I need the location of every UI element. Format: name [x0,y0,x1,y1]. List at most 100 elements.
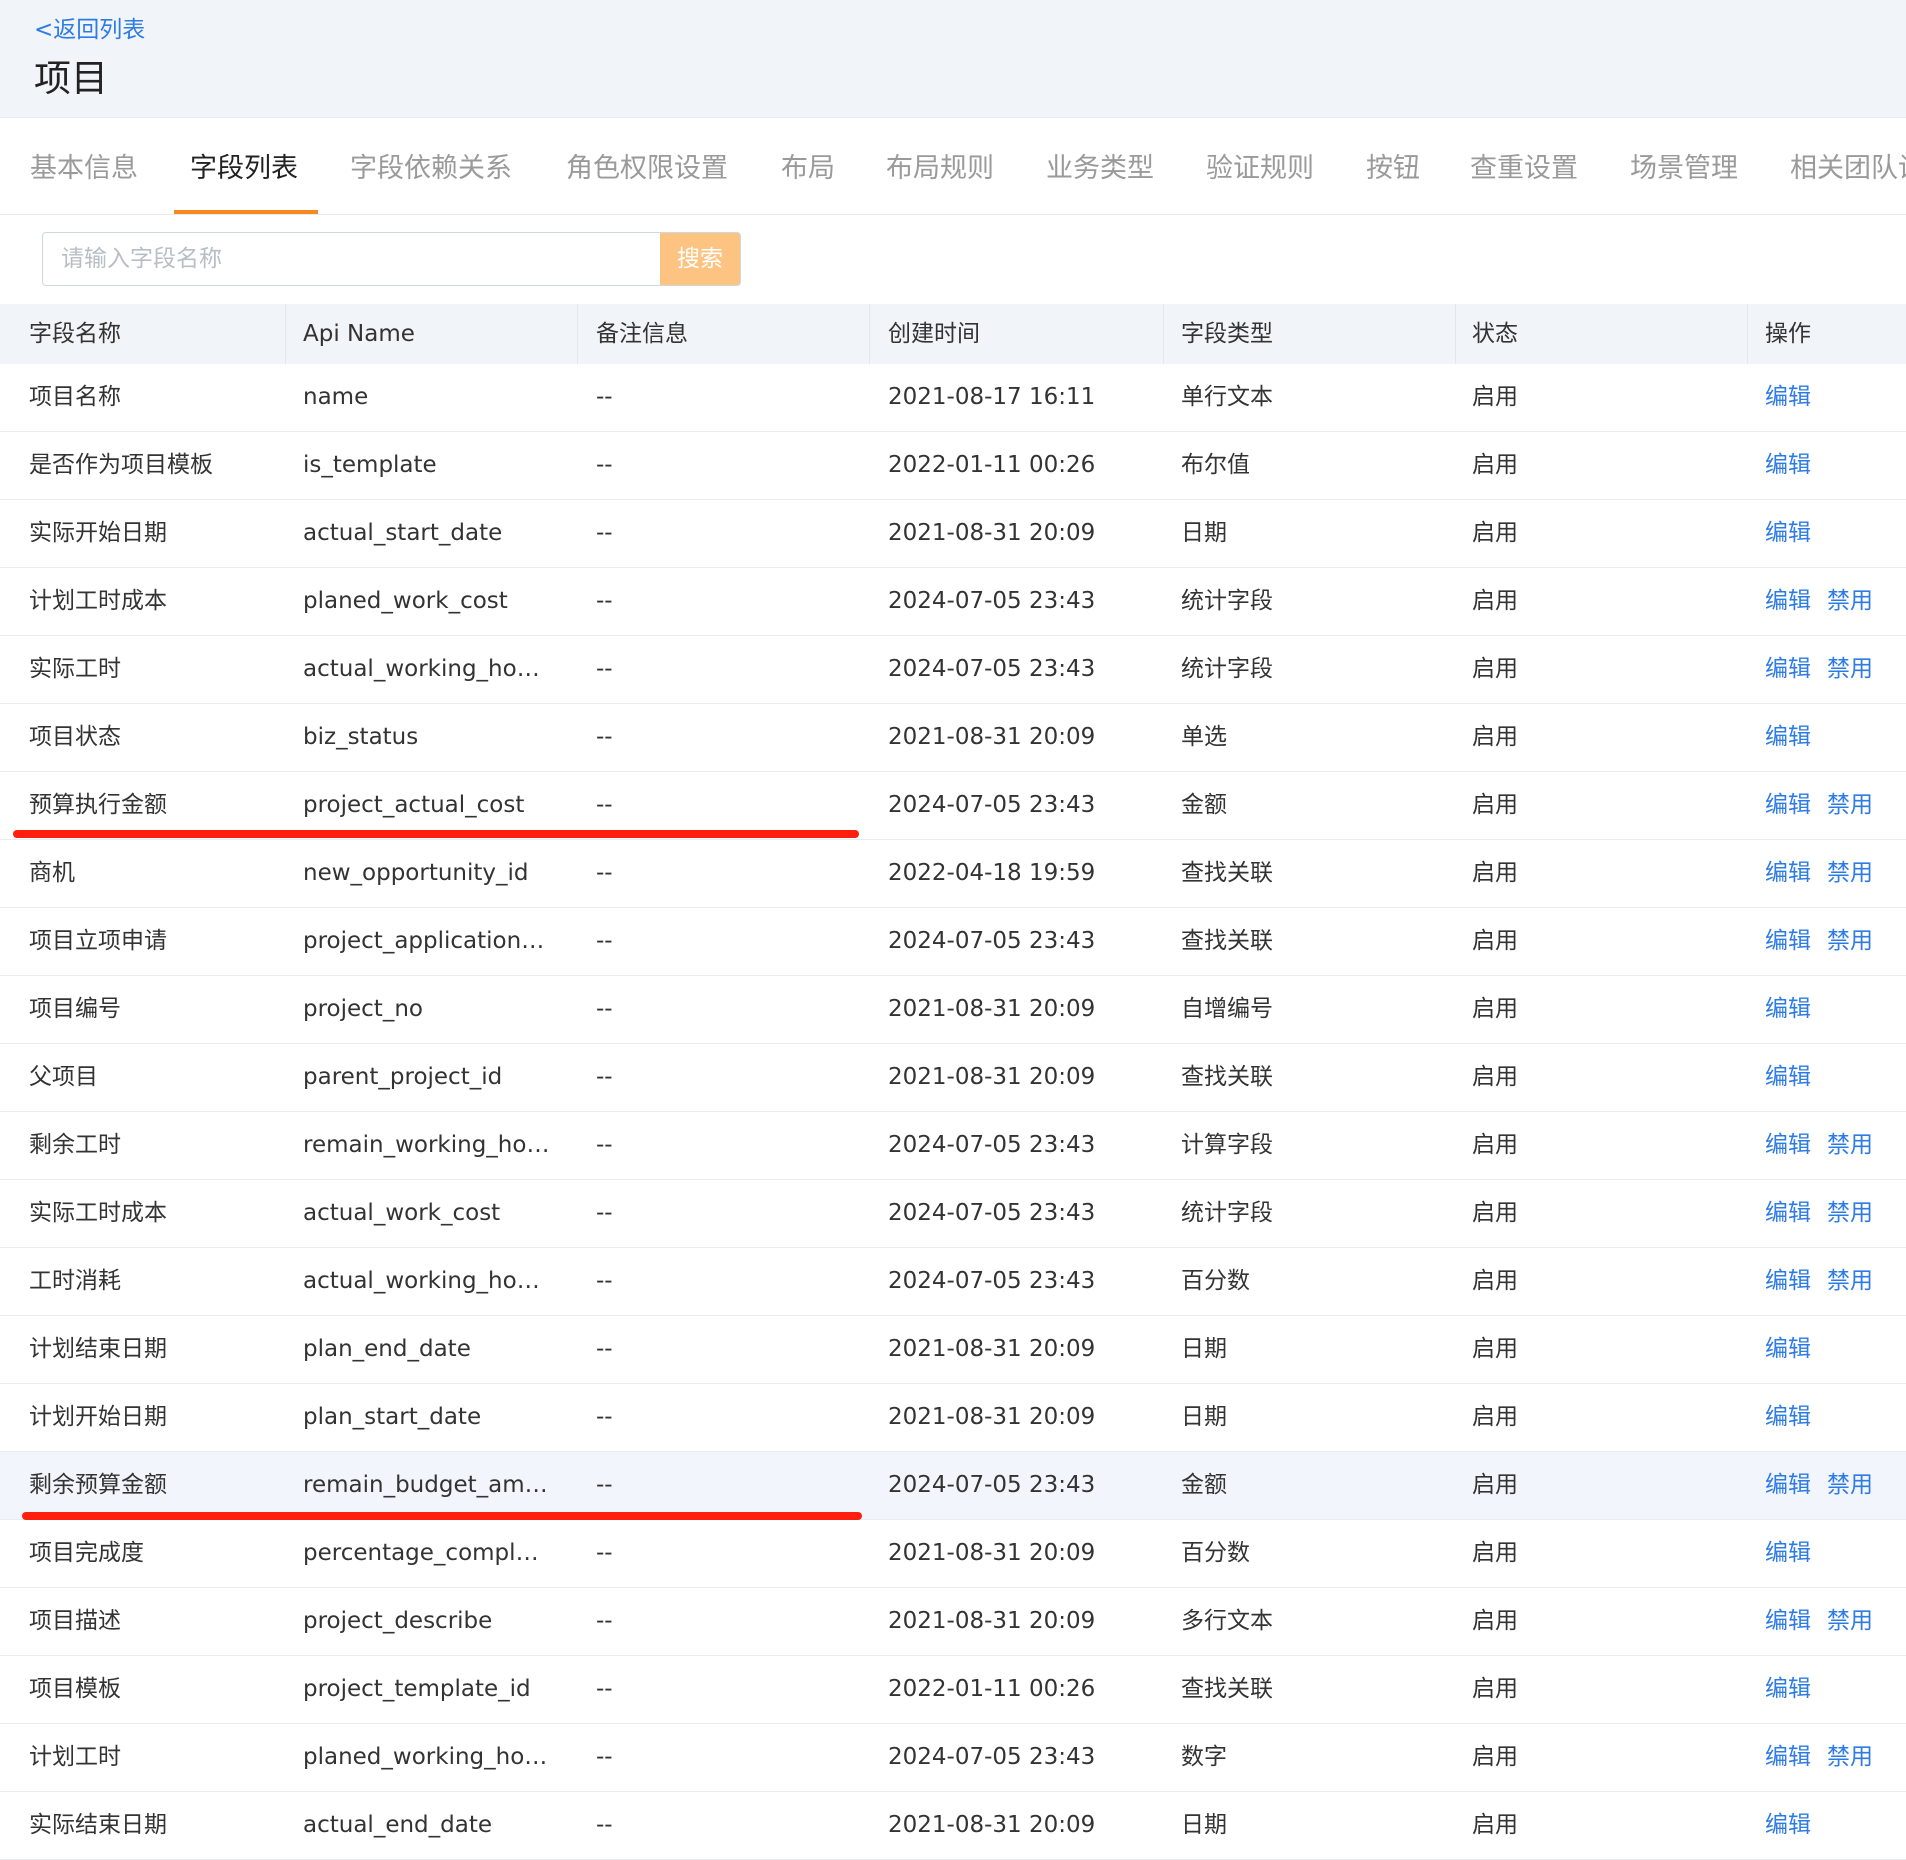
actions-cell: 编辑 禁用 [1765,1112,1906,1179]
field-type-cell: 数字 [1181,1744,1227,1770]
table-row[interactable]: 项目状态 biz_status -- 2021-08-31 20:09 单选 启用 编辑 [0,704,1906,772]
field-search-input[interactable] [42,232,660,286]
edit-link[interactable]: 编辑 [1765,1472,1811,1498]
edit-link[interactable]: 编辑 [1765,1676,1811,1702]
table-row[interactable]: 项目立项申请 project_application_id -- 2024-07-05… [0,908,1906,976]
edit-link[interactable]: 编辑 [1765,656,1811,682]
table-row[interactable]: 父项目 parent_project_id -- 2021-08-31 20:09 查找… [0,1044,1906,1112]
disable-link[interactable]: 禁用 [1827,860,1873,886]
table-row[interactable]: 计划工时 planed_working_hours -- 2024-07-05 23:… [0,1724,1906,1792]
edit-link[interactable]: 编辑 [1765,1540,1811,1566]
edit-link[interactable]: 编辑 [1765,1812,1811,1838]
tab-scene-management[interactable]: 场景管理 [1630,146,1738,185]
status-cell: 启用 [1472,928,1518,954]
created-time-cell: 2024-07-05 23:43 [888,656,1096,682]
table-row[interactable]: 实际结束日期 actual_end_date -- 2021-08-31 20:09 日… [0,1792,1906,1860]
edit-link[interactable]: 编辑 [1765,452,1811,478]
note-cell: -- [596,724,613,750]
edit-link[interactable]: 编辑 [1765,1744,1811,1770]
disable-link[interactable]: 禁用 [1827,1132,1873,1158]
status-cell: 启用 [1472,656,1518,682]
table-row[interactable]: 实际开始日期 actual_start_date -- 2021-08-31 20:0… [0,500,1906,568]
search-button[interactable]: 搜索 [660,232,741,286]
table-row[interactable]: 预算执行金额 project_actual_cost -- 2024-07-05 23… [0,772,1906,840]
actions-cell: 编辑 禁用 [1765,568,1906,635]
api-name-cell: name [303,384,369,410]
disable-link[interactable]: 禁用 [1827,928,1873,954]
table-row[interactable]: 剩余预算金额 remain_budget_amount -- 2024-07-05 2… [0,1452,1906,1520]
table-row[interactable]: 项目名称 name -- 2021-08-17 16:11 单行文本 启用 编辑 [0,364,1906,432]
table-row[interactable]: 项目编号 project_no -- 2021-08-31 20:09 自增编号 启用 编辑 [0,976,1906,1044]
actions-cell: 编辑 禁用 [1765,840,1906,907]
table-row[interactable]: 计划结束日期 plan_end_date -- 2021-08-31 20:09 日期 启… [0,1316,1906,1384]
note-cell: -- [596,1200,613,1226]
edit-link[interactable]: 编辑 [1765,860,1811,886]
back-to-list-link[interactable]: <返回列表 [34,10,145,44]
edit-link[interactable]: 编辑 [1765,1200,1811,1226]
disable-link[interactable]: 禁用 [1827,1200,1873,1226]
table-row[interactable]: 实际工时成本 actual_work_cost -- 2024-07-05 23:43… [0,1180,1906,1248]
disable-link[interactable]: 禁用 [1827,1744,1873,1770]
actions-cell: 编辑 [1765,976,1906,1043]
table-row[interactable]: 项目模板 project_template_id -- 2022-01-11 00:2… [0,1656,1906,1724]
table-row[interactable]: 剩余工时 remain_working_hours -- 2024-07-05 23:… [0,1112,1906,1180]
created-time-cell: 2021-08-31 20:09 [888,520,1096,546]
edit-link[interactable]: 编辑 [1765,724,1811,750]
actions-cell: 编辑 [1765,1520,1906,1587]
tab-role-permissions[interactable]: 角色权限设置 [566,146,728,185]
field-name-cell: 项目模板 [29,1676,121,1702]
edit-link[interactable]: 编辑 [1765,1132,1811,1158]
api-name-cell: actual_start_date [303,520,503,546]
table-row[interactable]: 计划开始日期 plan_start_date -- 2021-08-31 20:09 日… [0,1384,1906,1452]
field-name-cell: 计划结束日期 [29,1336,167,1362]
edit-link[interactable]: 编辑 [1765,520,1811,546]
tab-layout-rules[interactable]: 布局规则 [886,146,994,185]
table-row[interactable]: 计划工时成本 planed_work_cost -- 2024-07-05 23:43… [0,568,1906,636]
created-time-cell: 2021-08-31 20:09 [888,1064,1096,1090]
tab-business-types[interactable]: 业务类型 [1046,146,1154,185]
tab-basic-info[interactable]: 基本信息 [30,146,138,185]
tab-field-dependencies[interactable]: 字段依赖关系 [350,146,512,185]
table-row[interactable]: 是否作为项目模板 is_template -- 2022-01-11 00:26 布尔值… [0,432,1906,500]
edit-link[interactable]: 编辑 [1765,996,1811,1022]
table-row[interactable]: 项目描述 project_describe -- 2021-08-31 20:09 多行… [0,1588,1906,1656]
edit-link[interactable]: 编辑 [1765,1268,1811,1294]
note-cell: -- [596,1268,613,1294]
column-header-field-name: 字段名称 [29,321,121,347]
tab-duplicate-check[interactable]: 查重设置 [1470,146,1578,185]
disable-link[interactable]: 禁用 [1827,656,1873,682]
edit-link[interactable]: 编辑 [1765,792,1811,818]
edit-link[interactable]: 编辑 [1765,1336,1811,1362]
api-name-cell: remain_budget_amount [303,1472,551,1498]
disable-link[interactable]: 禁用 [1827,792,1873,818]
api-name-cell: plan_end_date [303,1336,471,1362]
disable-link[interactable]: 禁用 [1827,1472,1873,1498]
disable-link[interactable]: 禁用 [1827,588,1873,614]
table-row[interactable]: 实际工时 actual_working_hours -- 2024-07-05 23:… [0,636,1906,704]
table-row[interactable]: 商机 new_opportunity_id -- 2022-04-18 19:59 查找… [0,840,1906,908]
edit-link[interactable]: 编辑 [1765,1608,1811,1634]
table-row[interactable]: 项目完成度 percentage_complete -- 2021-08-31 20:… [0,1520,1906,1588]
edit-link[interactable]: 编辑 [1765,1404,1811,1430]
actions-cell: 编辑 禁用 [1765,908,1906,975]
status-cell: 启用 [1472,996,1518,1022]
tab-buttons[interactable]: 按钮 [1366,146,1420,185]
tab-layout[interactable]: 布局 [781,146,835,185]
disable-link[interactable]: 禁用 [1827,1608,1873,1634]
actions-cell: 编辑 禁用 [1765,1588,1906,1655]
edit-link[interactable]: 编辑 [1765,1064,1811,1090]
tab-field-list[interactable]: 字段列表 [190,146,298,185]
disable-link[interactable]: 禁用 [1827,1268,1873,1294]
tab-related-team[interactable]: 相关团队设 [1790,146,1906,185]
tab-validation-rules[interactable]: 验证规则 [1206,146,1314,185]
edit-link[interactable]: 编辑 [1765,928,1811,954]
note-cell: -- [596,1404,613,1430]
table-row[interactable]: 工时消耗 actual_working_hour… -- 2024-07-05 23:… [0,1248,1906,1316]
api-name-cell: actual_work_cost [303,1200,501,1226]
field-type-cell: 日期 [1181,1404,1227,1430]
field-name-cell: 剩余工时 [29,1132,121,1158]
edit-link[interactable]: 编辑 [1765,384,1811,410]
edit-link[interactable]: 编辑 [1765,588,1811,614]
column-header-status: 状态 [1472,321,1518,347]
status-cell: 启用 [1472,1132,1518,1158]
